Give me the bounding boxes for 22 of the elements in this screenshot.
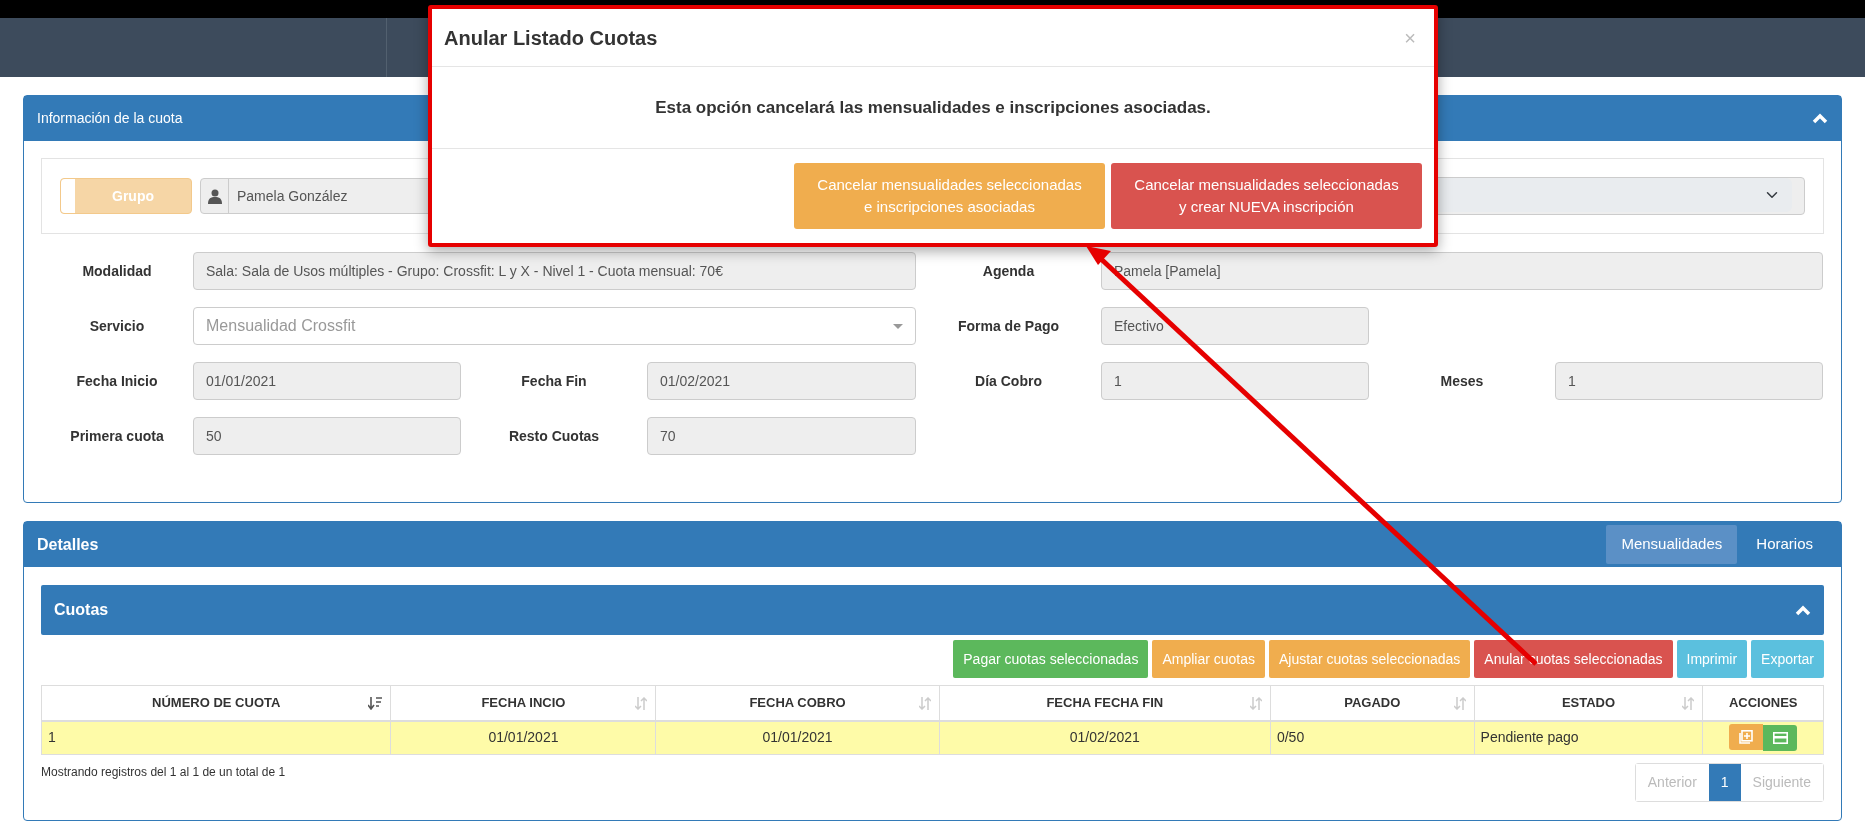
field-label: Fecha Fin xyxy=(520,371,588,391)
modal-title: Anular Listado Cuotas xyxy=(444,25,658,51)
panel-title: Información de la cuota xyxy=(37,109,183,128)
field-label: Fecha Inicio xyxy=(75,371,159,391)
field-label: Agenda xyxy=(981,261,1036,281)
table-info-text: Mostrando registros del 1 al 1 de un total de 1 xyxy=(41,764,286,781)
table-cell: Pendiente pago xyxy=(1474,720,1703,755)
modal-message: Esta opción cancelará las mensualidades e inscripciones asociadas. xyxy=(655,96,1211,119)
table-cell: 1 xyxy=(41,720,391,755)
section-title: Cuotas xyxy=(54,600,109,620)
field-label: Primera cuota xyxy=(69,426,165,446)
table-cell: 01/02/2021 xyxy=(939,720,1271,755)
table-cell: 01/01/2021 xyxy=(390,720,656,755)
field-label: Servicio xyxy=(88,316,146,336)
table-cell: 0/50 xyxy=(1270,720,1475,755)
field-label: Modalidad xyxy=(81,261,153,281)
field-label: Forma de Pago xyxy=(956,316,1061,336)
field-label: Meses xyxy=(1439,371,1485,391)
field-label: Día Cobro xyxy=(974,371,1043,391)
field-label: Resto Cuotas xyxy=(507,426,601,446)
table-cell: 01/01/2021 xyxy=(655,720,940,755)
panel-title: Detalles xyxy=(37,534,99,555)
